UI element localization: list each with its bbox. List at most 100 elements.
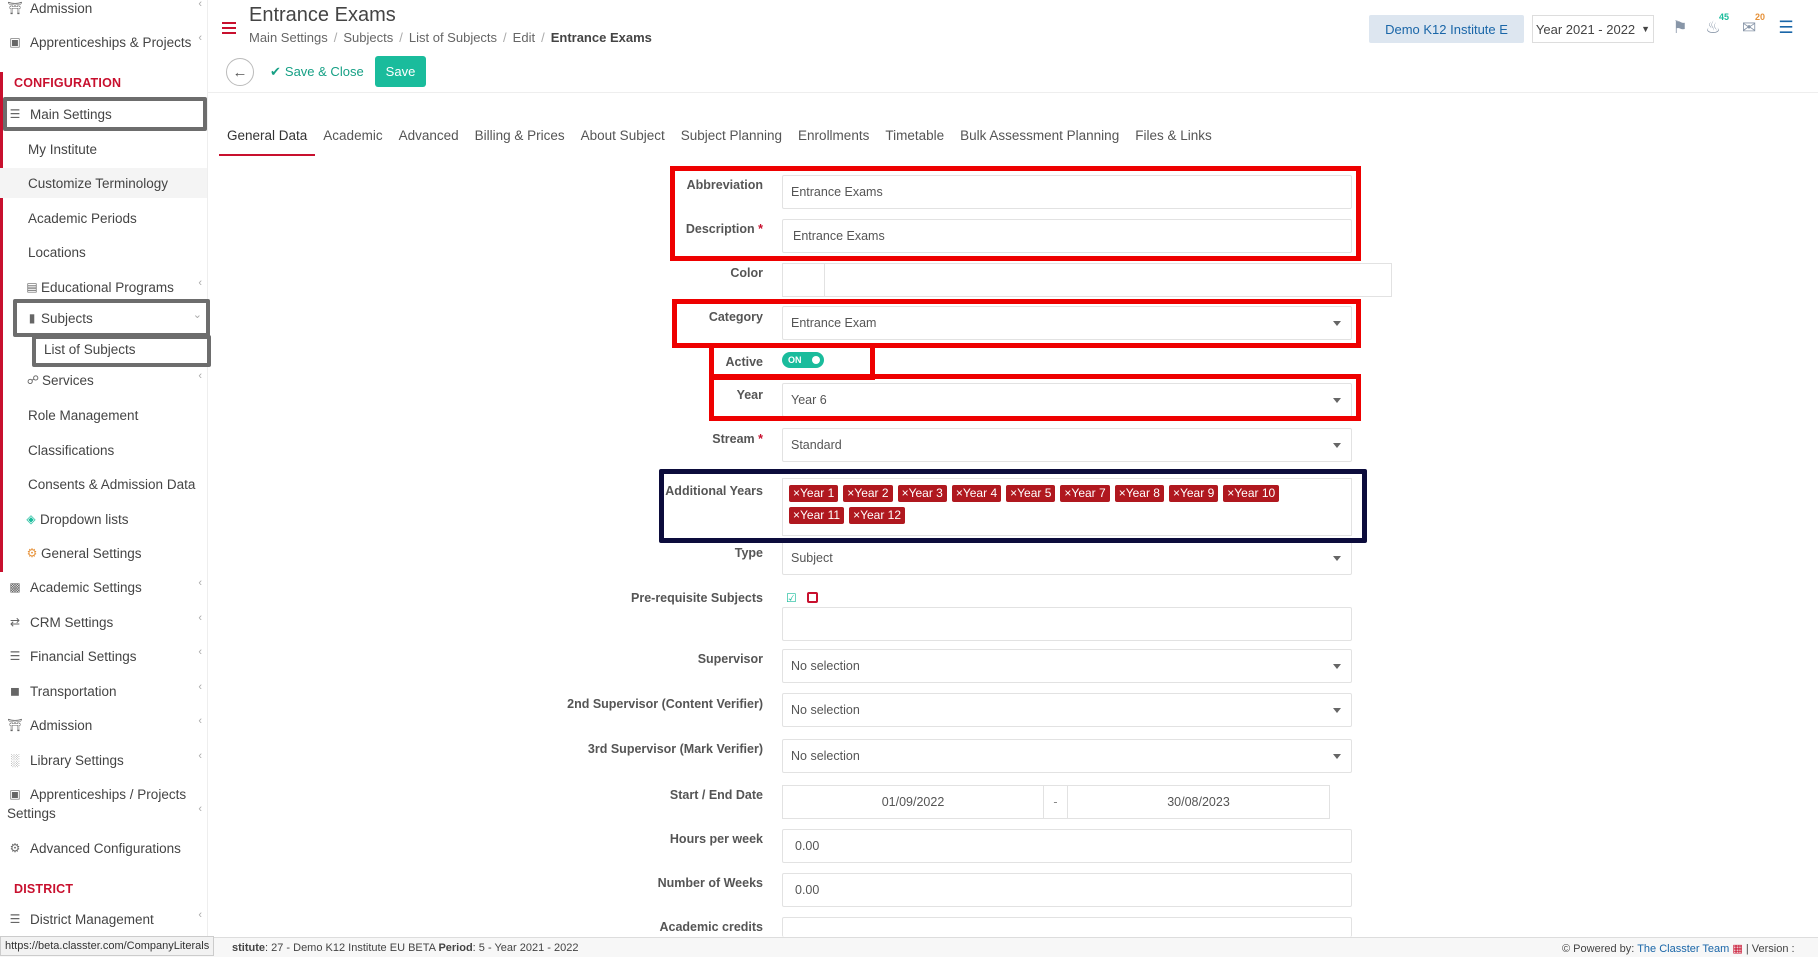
sidebar-item-transportation[interactable]: ◼ Transportation ‹: [0, 676, 207, 706]
back-button[interactable]: ←: [226, 58, 254, 86]
toolbar-divider: [208, 92, 1818, 93]
sidebar-item-academic-settings[interactable]: ▩ Academic Settings ‹: [0, 572, 207, 602]
tab-timetable[interactable]: Timetable: [877, 128, 952, 156]
color-picker[interactable]: [782, 263, 1392, 297]
sidebar-item-educational-programs[interactable]: ▤ Educational Programs ‹: [0, 272, 207, 302]
annotation-box-subjects: [13, 299, 210, 337]
breadcrumb-subjects[interactable]: Subjects: [343, 30, 393, 45]
chevron-left-icon: ‹: [198, 0, 202, 10]
end-date-input[interactable]: 30/08/2023: [1068, 786, 1329, 818]
sidebar-item-role-management[interactable]: Role Management: [0, 400, 207, 430]
stream-select[interactable]: Standard: [782, 428, 1352, 462]
tab-general-data[interactable]: General Data: [219, 128, 316, 156]
bank-icon: ⛩: [7, 1, 23, 15]
stream-label: Stream *: [712, 432, 763, 446]
status-bar: stitute: 27 - Demo K12 Institute EU BETA…: [0, 937, 1818, 957]
type-select[interactable]: Subject: [782, 541, 1352, 575]
weeks-label: Number of Weeks: [657, 876, 763, 890]
supervisor3-select[interactable]: No selection: [782, 739, 1352, 773]
tab-bar: General Data Academic Advanced Billing &…: [219, 128, 1220, 156]
start-date-input[interactable]: 01/09/2022: [783, 786, 1044, 818]
credits-input[interactable]: [782, 917, 1352, 937]
envelope-icon[interactable]: ✉ 20: [1738, 12, 1765, 39]
sidebar-item-dropdown-lists[interactable]: ◈ Dropdown lists: [0, 504, 207, 534]
supervisor-select[interactable]: No selection: [782, 649, 1352, 683]
prereq-input[interactable]: [782, 607, 1352, 641]
chevron-left-icon: ‹: [198, 577, 202, 589]
sidebar-item-consents[interactable]: Consents & Admission Data: [0, 469, 207, 499]
weeks-input[interactable]: 0.00: [782, 873, 1352, 907]
sidebar-item-my-institute[interactable]: My Institute: [0, 134, 207, 164]
sidebar-item-advanced-configurations[interactable]: ⚙ Advanced Configurations: [0, 833, 207, 863]
chevron-left-icon: ‹: [198, 277, 202, 289]
sidebar-item-locations[interactable]: Locations: [0, 237, 207, 267]
institute-button[interactable]: Demo K12 Institute E: [1369, 15, 1524, 43]
year-select[interactable]: Year 2021 - 2022 ▼: [1532, 15, 1654, 43]
caret-down-icon: [1333, 708, 1341, 713]
breadcrumb-edit[interactable]: Edit: [513, 30, 535, 45]
layers-icon[interactable]: ☰: [1775, 17, 1797, 39]
tab-academic[interactable]: Academic: [315, 128, 390, 156]
caret-down-icon: [1333, 664, 1341, 669]
sidebar-item-district-management[interactable]: ☰ District Management ‹: [0, 904, 207, 934]
tab-about-subject[interactable]: About Subject: [573, 128, 673, 156]
breadcrumb-current: Entrance Exams: [550, 30, 652, 45]
breadcrumb: Main Settings / Subjects / List of Subject…: [249, 30, 652, 45]
sidebar-item-academic-periods[interactable]: Academic Periods: [0, 203, 207, 233]
tab-subject-planning[interactable]: Subject Planning: [673, 128, 790, 156]
bus-icon: ◼: [10, 684, 20, 698]
save-close-button[interactable]: ✔ Save & Close: [270, 64, 364, 80]
institute-info: stitute: 27 - Demo K12 Institute EU BETA…: [232, 942, 579, 954]
uncheck-all-icon[interactable]: [806, 592, 818, 603]
sidebar-item-apprenticeships-settings-2[interactable]: Settings ‹: [0, 798, 207, 828]
sidebar-item-classifications[interactable]: Classifications: [0, 435, 207, 465]
hours-label: Hours per week: [669, 832, 763, 846]
annotation-box-main-settings: [3, 97, 207, 131]
sidebar-item-admission-top[interactable]: ⛩ Admission ‹: [0, 0, 207, 23]
prereq-label: Pre-requisite Subjects: [631, 591, 763, 605]
tab-bulk-assessment-planning[interactable]: Bulk Assessment Planning: [952, 128, 1127, 156]
sidebar-item-services[interactable]: ☍ Services ‹: [0, 365, 207, 395]
sidebar-item-library-settings[interactable]: ░ Library Settings ‹: [0, 745, 207, 775]
hours-input[interactable]: 0.00: [782, 829, 1352, 863]
list-icon: ▤: [26, 280, 38, 294]
sidebar-item-customize-terminology[interactable]: Customize Terminology: [0, 168, 207, 198]
caret-down-icon: [1333, 556, 1341, 561]
sidebar: ⛩ Admission ‹ ▣ Apprenticeships & Projec…: [0, 0, 208, 938]
prereq-controls: ☑: [786, 591, 818, 605]
tab-billing-prices[interactable]: Billing & Prices: [467, 128, 573, 156]
date-range: 01/09/2022 - 30/08/2023: [782, 785, 1330, 819]
copyright-icon: ©: [1562, 943, 1571, 955]
bell-icon[interactable]: ♨ 45: [1702, 12, 1729, 39]
type-label: Type: [734, 546, 763, 560]
sidebar-item-financial-settings[interactable]: ☰ Financial Settings ‹: [0, 641, 207, 671]
check-icon: ✔: [270, 64, 281, 79]
sidebar-item-general-settings[interactable]: ⚙ General Settings: [0, 538, 207, 568]
sidebar-item-admission[interactable]: ⛩ Admission ‹: [0, 710, 207, 740]
breadcrumb-main-settings[interactable]: Main Settings: [249, 30, 328, 45]
powered-by: © Powered by: The Classter Team ▦ | Vers…: [1562, 943, 1795, 955]
breadcrumb-list-of-subjects[interactable]: List of Subjects: [409, 30, 497, 45]
check-all-icon[interactable]: ☑: [786, 591, 797, 605]
users-icon: ▩: [9, 580, 21, 594]
cube-icon: ▣: [9, 35, 21, 49]
tab-enrollments[interactable]: Enrollments: [790, 128, 877, 156]
app-window: ⛩ Admission ‹ ▣ Apprenticeships & Projec…: [0, 0, 1818, 957]
caret-down-icon: ▼: [1641, 24, 1651, 34]
notifications-badge: 45: [1718, 12, 1729, 22]
sidebar-item-crm-settings[interactable]: ⇄ CRM Settings ‹: [0, 607, 207, 637]
supervisor2-select[interactable]: No selection: [782, 693, 1352, 727]
date-separator: -: [1044, 786, 1068, 818]
coins-icon: ☰: [9, 649, 21, 663]
annotation-box-category: [672, 299, 1361, 348]
sidebar-item-apprenticeships-top[interactable]: ▣ Apprenticeships & Projects ‹: [0, 27, 207, 57]
hamburger-menu-icon[interactable]: [222, 22, 236, 34]
save-button[interactable]: Save: [375, 56, 426, 87]
tab-files-links[interactable]: Files & Links: [1127, 128, 1220, 156]
classter-team-link[interactable]: The Classter Team: [1637, 943, 1729, 955]
library-icon: ░: [10, 753, 20, 767]
flag-icon[interactable]: ⚑: [1669, 17, 1691, 39]
color-swatch[interactable]: [783, 264, 825, 296]
chevron-left-icon: ‹: [198, 681, 202, 693]
tab-advanced[interactable]: Advanced: [391, 128, 467, 156]
